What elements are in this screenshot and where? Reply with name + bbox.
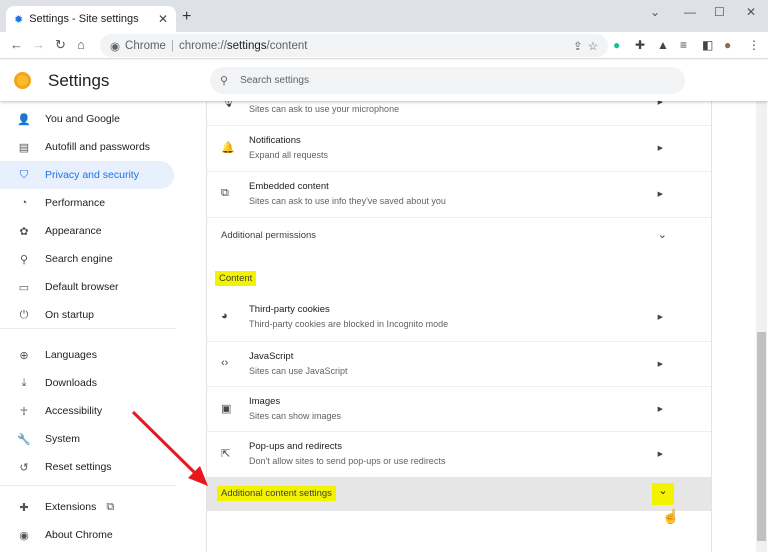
annotation-arrow	[131, 410, 208, 486]
hand-cursor-icon: ☝	[662, 508, 680, 524]
